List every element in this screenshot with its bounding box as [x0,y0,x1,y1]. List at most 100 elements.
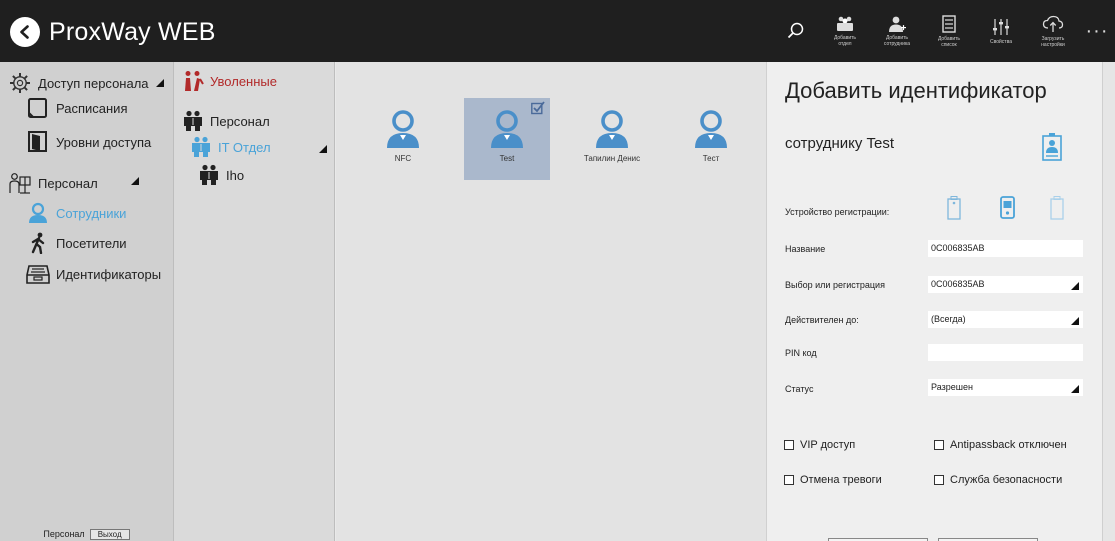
checkbox-label: Antipassback отключен [950,439,1067,451]
sidebar-item-label: Расписания [56,100,128,116]
add-employee-icon [889,16,906,32]
checkbox-label: VIP доступ [800,439,856,451]
tree-item-it-department[interactable]: IT Отдел [190,136,271,158]
add-identifier-panel: Добавить идентификатор сотруднику Test У… [766,62,1102,541]
sidebar-item-personnel[interactable]: Персонал [8,172,98,194]
properties-label: Свойства [990,38,1012,45]
collapse-arrow-icon[interactable] [319,145,327,153]
add-list-label: Добавить список [937,35,961,48]
toolbar: Добавить отдел Добавить сотрудника Добав… [779,0,1115,62]
checkbox-label: Служба безопасности [950,474,1063,486]
sidebar-item-visitors[interactable]: Посетители [26,232,127,254]
employee-name: Тапилин Денис [583,154,641,163]
properties-button[interactable]: Свойства [975,7,1027,55]
sidebar-item-label: Идентификаторы [56,266,162,282]
sidebar-item-employees[interactable]: Сотрудники [26,202,126,224]
department-tree: Уволенные Персонал IT Отдел Iho [173,62,335,541]
checkbox-box[interactable] [784,440,794,450]
valid-until-dropdown[interactable]: (Всегда) [928,311,1083,328]
employee-card-selected[interactable]: Test [464,98,550,180]
add-list-icon [942,14,956,33]
panel-subtitle: сотруднику Test [785,135,895,152]
select-or-register-dropdown[interactable]: 0C006835AB [928,276,1083,293]
controller-reader-icon[interactable] [1050,196,1064,220]
status-value: Разрешен [931,382,973,392]
pin-code-input[interactable] [928,344,1083,361]
employee-grid: NFC Test Тапилин Денис Тест [336,62,766,541]
gear-icon [8,72,32,94]
status-dropdown[interactable]: Разрешен [928,379,1083,396]
name-label: Название [785,244,826,254]
name-input[interactable]: 0C006835AB [928,240,1083,257]
device-label: Устройство регистрации: [785,207,890,217]
panel-title: Добавить идентификатор [785,78,1047,103]
group-icon [198,164,220,186]
employee-name: NFC [394,154,412,163]
security-service-checkbox[interactable]: Служба безопасности [934,474,1062,486]
sidebar-item-label: Посетители [56,235,127,251]
sidebar-item-staff-access[interactable]: Доступ персонала [8,72,149,94]
scrollbar[interactable] [1102,62,1115,541]
app-window: ProxWay WEB Добавить отдел Добавить сотр… [0,0,1115,541]
valid-until-label: Действителен до: [785,315,859,325]
load-settings-button[interactable]: Загрузить настройки [1027,7,1079,55]
id-badge-icon [1042,133,1062,161]
desktop-reader-icon[interactable] [1000,196,1015,220]
employee-card[interactable]: NFC [360,98,446,180]
checkbox-box[interactable] [934,440,944,450]
sidebar-item-label: Персонал [38,175,98,191]
alarm-cancel-checkbox[interactable]: Отмена тревоги [784,474,882,486]
back-icon[interactable] [10,17,40,47]
group-icon [182,110,204,132]
tree-item-label: Iho [226,167,245,183]
checkbox-box[interactable] [784,475,794,485]
app-title: ProxWay WEB [49,17,216,46]
dismissed-icon [182,70,204,92]
sidebar-item-schedules[interactable]: Расписания [26,97,127,119]
employee-name: Тест [702,154,720,163]
sidebar: Доступ персонала Расписания Уровни досту… [0,62,173,541]
search-button[interactable] [779,11,813,51]
sidebar-item-access-levels[interactable]: Уровни доступа [26,131,151,153]
card-reader-icon [26,263,50,285]
tree-item-iho[interactable]: Iho [198,164,244,186]
visitor-walking-icon [26,232,50,254]
tree-item-label: Уволенные [210,73,277,89]
add-department-icon [837,16,853,31]
usb-reader-icon[interactable] [947,196,961,220]
add-department-button[interactable]: Добавить отдел [819,7,871,55]
properties-sliders-icon [993,18,1009,35]
dropdown-arrow-icon [1071,282,1079,290]
sidebar-item-label: Уровни доступа [56,134,152,150]
status-label: Статус [785,384,814,394]
sidebar-item-label: Доступ персонала [38,75,149,91]
group-icon [190,136,212,158]
tree-item-dismissed[interactable]: Уволенные [182,70,277,92]
exit-button[interactable]: Выход [89,528,130,540]
pin-code-label: PIN код [785,348,817,358]
more-menu-button[interactable]: ··· [1079,20,1115,43]
checkbox-checked-icon[interactable] [531,101,545,115]
collapse-arrow-icon[interactable] [131,177,139,185]
employee-card[interactable]: Тапилин Денис [569,98,655,180]
collapse-arrow-icon[interactable] [156,79,164,87]
tree-item-label: Персонал [210,113,270,129]
employee-name: Test [499,154,515,163]
employee-card[interactable]: Тест [668,98,754,180]
sidebar-item-identifiers[interactable]: Идентификаторы [26,263,161,285]
brand: ProxWay WEB [10,17,216,47]
select-or-register-value: 0C006835AB [931,279,985,289]
tree-item-personnel[interactable]: Персонал [182,110,270,132]
antipassback-disabled-checkbox[interactable]: Antipassback отключен [934,439,1067,451]
dropdown-arrow-icon [1071,317,1079,325]
vip-access-checkbox[interactable]: VIP доступ [784,439,855,451]
add-employee-label: Добавить сотрудника [883,34,911,47]
add-list-button[interactable]: Добавить список [923,7,975,55]
checkbox-box[interactable] [934,475,944,485]
checkbox-label: Отмена тревоги [800,474,882,486]
valid-until-value: (Всегда) [931,314,966,324]
add-department-label: Добавить отдел [833,34,857,47]
door-icon [26,131,50,153]
employee-avatar-icon [695,110,727,148]
add-employee-button[interactable]: Добавить сотрудника [871,7,923,55]
